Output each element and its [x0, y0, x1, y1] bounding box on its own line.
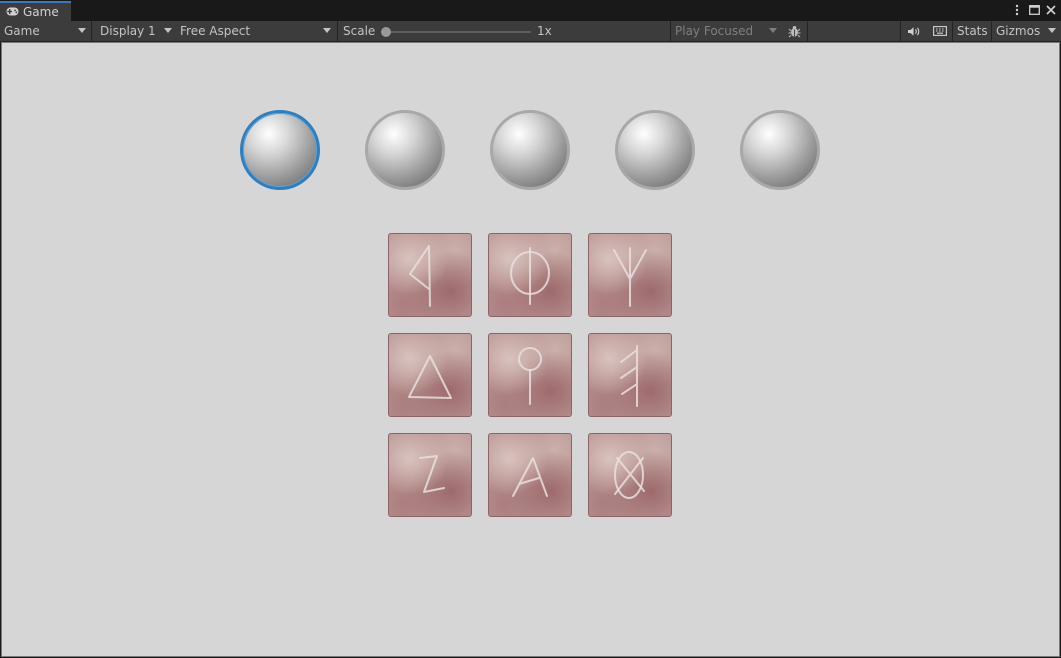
rune-kaunan-icon [409, 245, 431, 307]
rune-zig-icon [419, 455, 445, 493]
play-mode-label: Play Focused [675, 24, 754, 38]
keyboard-icon[interactable] [931, 21, 948, 41]
separator [91, 21, 92, 41]
close-icon[interactable] [1043, 2, 1059, 18]
separator [991, 21, 992, 41]
sphere-button[interactable] [740, 110, 820, 190]
rune-tile-zig[interactable] [388, 433, 472, 517]
rune-tile-algiz[interactable] [588, 233, 672, 317]
aspect-label: Free Aspect [180, 24, 251, 38]
rune-othala-x-icon [614, 451, 645, 499]
display-dropdown[interactable]: Display 1 [100, 21, 174, 41]
rune-algiz-icon [613, 247, 647, 307]
chevron-down-icon [1048, 28, 1056, 33]
separator [807, 21, 808, 41]
chevron-down-icon [164, 28, 172, 33]
rune-tile-ring-staff[interactable] [488, 333, 572, 417]
play-mode-dropdown[interactable]: Play Focused [675, 21, 777, 41]
separator [952, 21, 953, 41]
rune-triangle-icon [408, 355, 452, 399]
separator [337, 21, 338, 41]
sphere-button[interactable] [365, 110, 445, 190]
rune-ior-icon [510, 247, 550, 305]
rune-tile-ing-a[interactable] [488, 433, 572, 517]
audio-icon[interactable] [906, 21, 922, 41]
view-mode-dropdown[interactable]: Game [4, 21, 88, 41]
sphere-button[interactable] [490, 110, 570, 190]
gamepad-icon [6, 5, 19, 19]
maximize-icon[interactable] [1026, 2, 1042, 18]
sphere-button[interactable] [240, 110, 320, 190]
rune-ansuz-icon [620, 345, 638, 407]
scale-value: 1x [537, 24, 552, 38]
rune-a-icon [512, 457, 548, 497]
scale-label: Scale [343, 24, 376, 38]
rune-ring-staff-icon [518, 347, 542, 405]
tab-game[interactable]: Game [0, 1, 71, 21]
tab-bar: Game [0, 0, 1061, 21]
stats-button[interactable]: Stats [957, 21, 988, 41]
rune-tile-ansuz[interactable] [588, 333, 672, 417]
rune-tile-ior[interactable] [488, 233, 572, 317]
more-options-icon[interactable] [1009, 2, 1025, 18]
chevron-down-icon [769, 28, 777, 33]
sphere-button[interactable] [615, 110, 695, 190]
gizmos-dropdown[interactable]: Gizmos [996, 21, 1058, 41]
view-mode-label: Game [4, 24, 40, 38]
separator [670, 21, 671, 41]
chevron-down-icon [323, 28, 331, 33]
tab-title: Game [23, 5, 59, 19]
bug-icon[interactable] [786, 21, 802, 41]
chevron-down-icon [78, 28, 86, 33]
rune-tile-dagaz-triangle[interactable] [388, 333, 472, 417]
separator [900, 21, 901, 41]
display-label: Display 1 [100, 24, 156, 38]
gizmos-label: Gizmos [996, 24, 1041, 38]
scale-slider-handle[interactable] [381, 27, 391, 37]
rune-tile-kaunan[interactable] [388, 233, 472, 317]
rune-tile-othala-x[interactable] [588, 433, 672, 517]
scale-slider-track[interactable] [385, 31, 531, 33]
aspect-dropdown[interactable]: Free Aspect [180, 21, 332, 41]
